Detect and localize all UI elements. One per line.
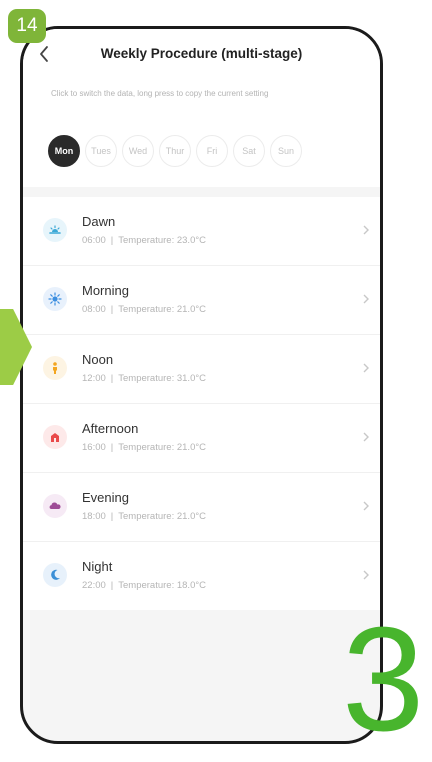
phone-frame: Weekly Procedure (multi-stage) Click to …	[20, 26, 383, 744]
stage-list: Dawn 06:00 | Temperature: 23.0°C Morning 0…	[23, 197, 380, 610]
stage-name: Dawn	[82, 214, 116, 229]
chevron-right-icon	[363, 501, 369, 511]
stage-time: 08:00	[82, 304, 106, 315]
stage-name: Evening	[82, 490, 129, 505]
stage-row-evening[interactable]: Evening 18:00 | Temperature: 21.0°C	[23, 473, 380, 542]
day-selector: Mon Tues Wed Thur Fri Sat Sun	[48, 135, 302, 167]
stage-row-dawn[interactable]: Dawn 06:00 | Temperature: 23.0°C	[23, 197, 380, 266]
day-tues-button[interactable]: Tues	[85, 135, 117, 167]
stage-temperature: Temperature: 18.0°C	[118, 580, 207, 591]
stage-name: Night	[82, 559, 113, 574]
stage-detail: 18:00 | Temperature: 21.0°C	[82, 511, 207, 522]
stage-detail: 12:00 | Temperature: 31.0°C	[82, 373, 207, 384]
header-section: Weekly Procedure (multi-stage) Click to …	[23, 29, 380, 187]
day-thur-button[interactable]: Thur	[159, 135, 191, 167]
stage-name: Morning	[82, 283, 129, 298]
stage-temperature: Temperature: 21.0°C	[118, 442, 207, 453]
stage-detail: 08:00 | Temperature: 21.0°C	[82, 304, 207, 315]
stage-temperature: Temperature: 21.0°C	[118, 304, 207, 315]
stage-time: 06:00	[82, 235, 106, 246]
dawn-icon	[43, 218, 67, 242]
chevron-right-icon	[363, 432, 369, 442]
house-icon	[43, 425, 67, 449]
person-icon	[43, 356, 67, 380]
chevron-right-icon	[363, 363, 369, 373]
day-fri-button[interactable]: Fri	[196, 135, 228, 167]
stage-row-morning[interactable]: Morning 08:00 | Temperature: 21.0°C	[23, 266, 380, 335]
stage-temperature: Temperature: 23.0°C	[118, 235, 207, 246]
stage-detail: 16:00 | Temperature: 21.0°C	[82, 442, 207, 453]
day-sat-button[interactable]: Sat	[233, 135, 265, 167]
stage-temperature: Temperature: 21.0°C	[118, 511, 207, 522]
sun-icon	[43, 287, 67, 311]
chevron-right-icon	[363, 294, 369, 304]
cloud-icon	[43, 494, 67, 518]
moon-icon	[43, 563, 67, 587]
stage-temperature: Temperature: 31.0°C	[118, 373, 207, 384]
step-badge: 14	[8, 9, 46, 43]
stage-detail: 06:00 | Temperature: 23.0°C	[82, 235, 207, 246]
stage-time: 22:00	[82, 580, 106, 591]
day-sun-button[interactable]: Sun	[270, 135, 302, 167]
stage-row-afternoon[interactable]: Afternoon 16:00 | Temperature: 21.0°C	[23, 404, 380, 473]
stage-row-night[interactable]: Night 22:00 | Temperature: 18.0°C	[23, 542, 380, 610]
step-number-annotation: 3	[342, 597, 425, 762]
stage-name: Afternoon	[82, 421, 139, 436]
stage-time: 16:00	[82, 442, 106, 453]
day-mon-button[interactable]: Mon	[48, 135, 80, 167]
chevron-right-icon	[363, 570, 369, 580]
stage-name: Noon	[82, 352, 114, 367]
stage-time: 18:00	[82, 511, 106, 522]
chevron-right-icon	[363, 225, 369, 235]
day-wed-button[interactable]: Wed	[122, 135, 154, 167]
stage-time: 12:00	[82, 373, 106, 384]
page-title: Weekly Procedure (multi-stage)	[100, 46, 303, 61]
stage-row-noon[interactable]: Noon 12:00 | Temperature: 31.0°C	[23, 335, 380, 404]
stage-detail: 22:00 | Temperature: 18.0°C	[82, 580, 207, 591]
hint-text: Click to switch the data, long press to …	[51, 89, 269, 98]
